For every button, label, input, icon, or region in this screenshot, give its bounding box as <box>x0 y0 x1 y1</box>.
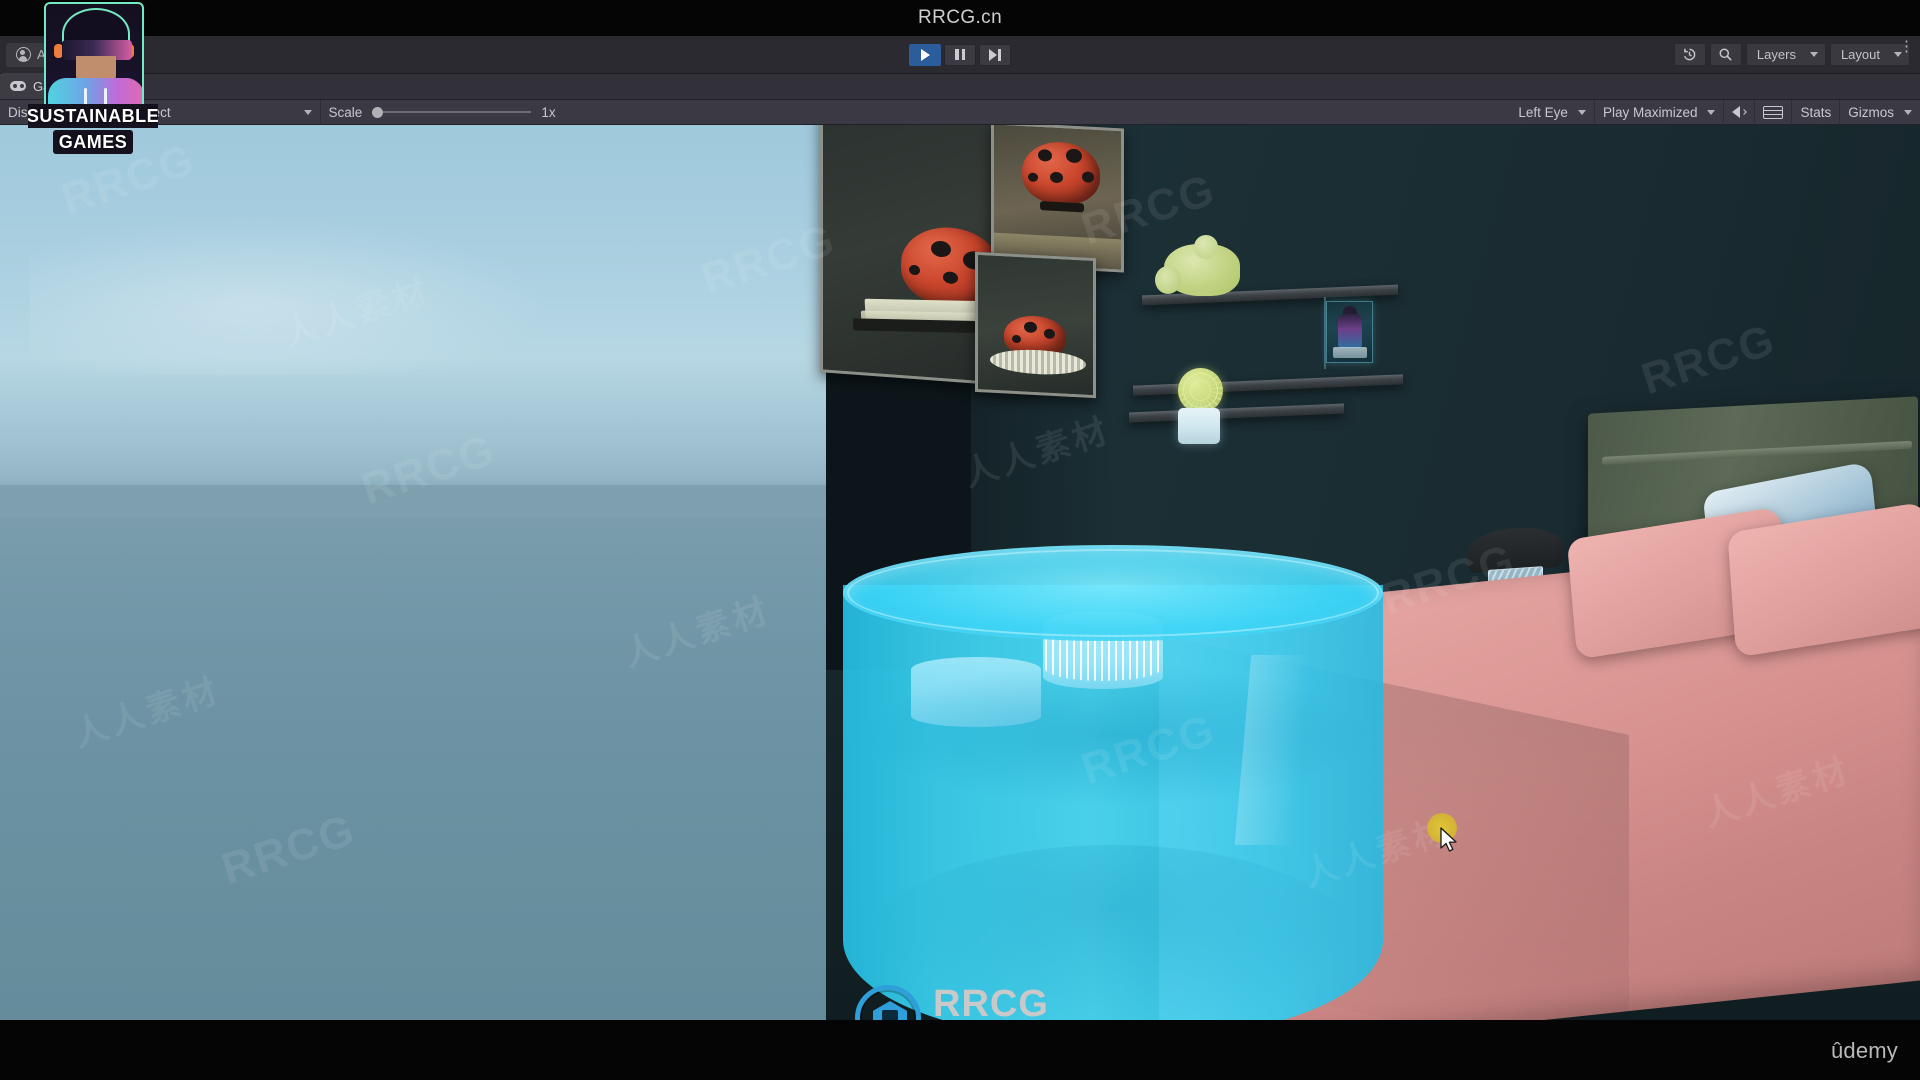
ladybug-picture-small <box>975 251 1096 399</box>
pause-icon <box>955 49 965 60</box>
scale-slider[interactable] <box>372 106 532 118</box>
overflow-menu-button[interactable]: ⋮ <box>1899 39 1914 54</box>
mouse-cursor <box>1440 827 1457 852</box>
scale-slider-handle[interactable] <box>372 106 384 118</box>
chevron-down-icon <box>1577 109 1586 115</box>
toolbar-right-group: Layers Layout <box>1673 43 1910 66</box>
cyan-highlight-cylinder[interactable] <box>843 545 1383 1020</box>
layout-dropdown-label: Layout <box>1840 47 1880 62</box>
rrcg-logo-text: RRCG <box>933 983 1049 1025</box>
playback-controls <box>909 43 1011 66</box>
layers-dropdown[interactable]: Layers <box>1745 43 1826 66</box>
play-mode-dropdown[interactable]: Play Maximized <box>1595 99 1725 125</box>
bottom-letterbox-bar <box>0 1020 1920 1080</box>
scale-label: Scale <box>328 104 363 120</box>
scale-slider-track[interactable] <box>383 111 532 113</box>
unity-main-toolbar: Account <box>0 36 1920 74</box>
mute-audio-button[interactable] <box>1724 99 1756 125</box>
chevron-down-icon <box>1904 109 1912 115</box>
play-icon <box>920 48 930 61</box>
gizmos-toggle-label: Gizmos <box>1848 104 1894 120</box>
eye-dropdown-label: Left Eye <box>1518 104 1568 120</box>
layout-dropdown[interactable]: Layout <box>1829 43 1910 66</box>
play-mode-label: Play Maximized <box>1602 104 1698 120</box>
eye-dropdown[interactable]: Left Eye <box>1510 99 1595 125</box>
game-view-toolbar: Display 1 Free Aspect Scale 1x Left Eye … <box>0 99 1920 125</box>
scale-slider-group[interactable]: Scale 1x <box>321 100 564 125</box>
sustainable-games-line2: GAMES <box>52 130 134 154</box>
ground-plane <box>0 485 830 1020</box>
history-button[interactable] <box>1673 43 1706 66</box>
stats-toggle[interactable]: Stats <box>1792 99 1841 125</box>
poster-card <box>1326 301 1373 363</box>
ladybug-picture-top <box>991 125 1124 273</box>
speaker-icon <box>1732 106 1748 118</box>
grid-icon <box>1763 105 1784 119</box>
poster-figure-body <box>1338 314 1362 348</box>
top-watermark-text: RRCG.cn <box>917 7 1003 28</box>
wireframe-sphere-vase <box>1178 368 1223 413</box>
top-watermark-bar: RRCG.cn <box>0 0 1920 36</box>
scale-value: 1x <box>541 104 556 120</box>
sustainable-games-logo: SUSTAINABLE GAMES <box>28 0 158 155</box>
step-button[interactable] <box>979 43 1011 66</box>
sustainable-games-line1: SUSTAINABLE <box>28 104 158 128</box>
gummy-bear-figurine <box>1155 235 1240 296</box>
gizmos-toggle[interactable]: Gizmos <box>1840 100 1920 125</box>
pause-button[interactable] <box>944 43 976 66</box>
chevron-down-icon <box>303 109 312 115</box>
unity-editor-window: RRCG.cn Account <box>0 0 1920 1080</box>
step-forward-icon <box>989 48 1001 61</box>
horizon-fade <box>0 477 830 517</box>
game-view-render[interactable]: RRCG 人人素材 RRCG 人人素材 RRCG 人人素材 RRCG 人人素材 … <box>0 125 1920 1020</box>
game-toolbar-right-group: Left Eye Play Maximized Stats Gizmos <box>1510 99 1920 125</box>
stats-toggle-label: Stats <box>1800 104 1832 120</box>
chevron-down-icon <box>1809 52 1818 57</box>
search-icon <box>1719 48 1733 61</box>
poster-caption <box>1333 347 1367 358</box>
cylinder-rim <box>847 549 1379 637</box>
gamepad-icon <box>10 81 26 91</box>
view-tab-bar: Game <box>0 73 1920 100</box>
vase-base <box>1178 408 1220 444</box>
udemy-logo: ûdemy <box>1830 1038 1898 1063</box>
search-button[interactable] <box>1709 43 1742 66</box>
chevron-down-icon <box>1707 109 1716 115</box>
stats-grid-button[interactable] <box>1755 99 1793 125</box>
history-undo-icon <box>1684 48 1696 61</box>
layers-dropdown-label: Layers <box>1756 47 1796 62</box>
play-button[interactable] <box>909 43 941 66</box>
cloud-haze <box>30 205 590 375</box>
